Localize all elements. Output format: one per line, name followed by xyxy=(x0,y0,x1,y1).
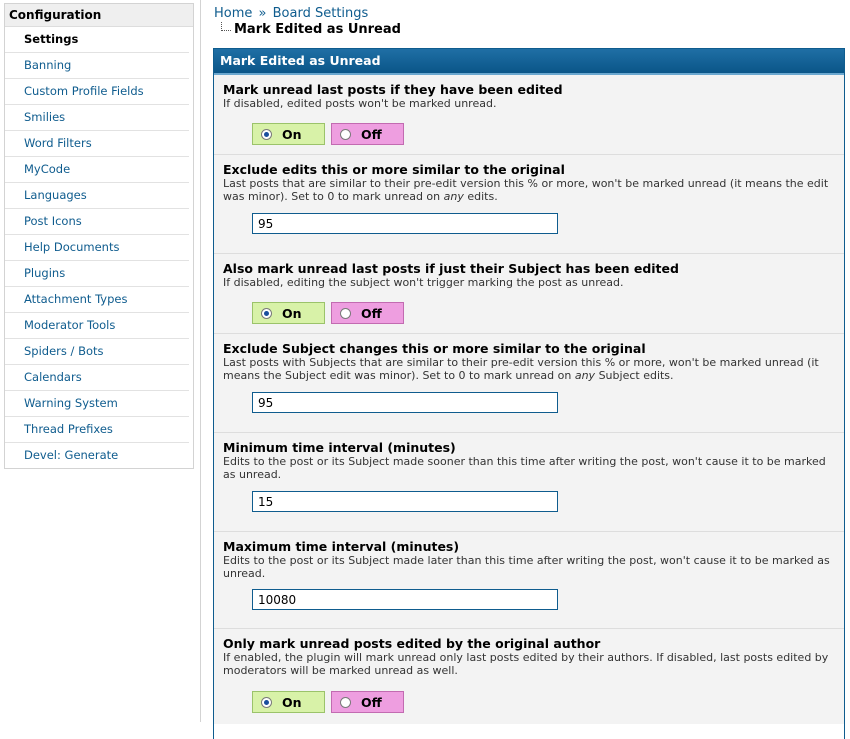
on-label: On xyxy=(282,306,302,321)
sidebar-item-settings[interactable]: Settings xyxy=(5,27,189,53)
on-option[interactable]: On xyxy=(252,691,325,713)
sidebar-item-help-documents[interactable]: Help Documents xyxy=(5,235,189,261)
setting-row: Maximum time interval (minutes) Edits to… xyxy=(214,531,844,628)
radio-checked-icon[interactable] xyxy=(261,697,272,708)
sidebar-item-calendars[interactable]: Calendars xyxy=(5,365,189,391)
setting-description: If enabled, the plugin will mark unread … xyxy=(223,651,829,677)
panel-header: Mark Edited as Unread xyxy=(214,49,844,75)
setting-title: Minimum time interval (minutes) xyxy=(223,440,456,455)
off-option[interactable]: Off xyxy=(331,302,404,324)
sidebar-item-custom-profile-fields[interactable]: Custom Profile Fields xyxy=(5,79,189,105)
sidebar-item-mycode[interactable]: MyCode xyxy=(5,157,189,183)
description-text: Last posts that are similar to their pre… xyxy=(223,177,829,203)
on-label: On xyxy=(282,695,302,710)
breadcrumb: Home » Board Settings xyxy=(214,6,368,21)
setting-row: Also mark unread last posts if just thei… xyxy=(214,253,844,333)
setting-row: Mark unread last posts if they have been… xyxy=(214,75,844,154)
settings-panel: Mark Edited as Unread Mark unread last p… xyxy=(213,48,845,739)
setting-title: Also mark unread last posts if just thei… xyxy=(223,261,679,276)
sidebar-item-plugins[interactable]: Plugins xyxy=(5,261,189,287)
radio-checked-icon[interactable] xyxy=(261,308,272,319)
setting-description: Edits to the post or its Subject made so… xyxy=(223,455,826,481)
setting-row: Minimum time interval (minutes) Edits to… xyxy=(214,432,844,531)
radio-unchecked-icon[interactable] xyxy=(340,129,351,140)
setting-description: Last posts that are similar to their pre… xyxy=(223,177,835,203)
off-option[interactable]: Off xyxy=(331,691,404,713)
sidebar-item-languages[interactable]: Languages xyxy=(5,183,189,209)
sidebar-item-warning-system[interactable]: Warning System xyxy=(5,391,189,417)
on-option[interactable]: On xyxy=(252,302,325,324)
sidebar: Configuration Settings Banning Custom Pr… xyxy=(4,3,194,469)
setting-title: Exclude edits this or more similar to th… xyxy=(223,162,565,177)
off-option[interactable]: Off xyxy=(331,123,404,145)
sidebar-item-spiders-bots[interactable]: Spiders / Bots xyxy=(5,339,189,365)
sidebar-item-attachment-types[interactable]: Attachment Types xyxy=(5,287,189,313)
setting-row: Exclude Subject changes this or more sim… xyxy=(214,333,844,432)
description-text-end: edits. xyxy=(463,190,498,203)
sidebar-item-word-filters[interactable]: Word Filters xyxy=(5,131,189,157)
breadcrumb-current: Mark Edited as Unread xyxy=(234,22,401,37)
off-label: Off xyxy=(361,695,382,710)
sidebar-heading: Configuration xyxy=(5,4,193,27)
breadcrumb-tree-connector xyxy=(221,22,231,31)
setting-description: If disabled, editing the subject won't t… xyxy=(223,276,624,289)
column-divider xyxy=(200,0,201,722)
setting-row: Exclude edits this or more similar to th… xyxy=(214,154,844,253)
setting-row: Only mark unread posts edited by the ori… xyxy=(214,628,844,724)
on-option[interactable]: On xyxy=(252,123,325,145)
on-label: On xyxy=(282,127,302,142)
sidebar-item-devel-generate[interactable]: Devel: Generate xyxy=(5,443,189,468)
sidebar-item-thread-prefixes[interactable]: Thread Prefixes xyxy=(5,417,189,443)
setting-title: Exclude Subject changes this or more sim… xyxy=(223,341,646,356)
setting-description: Edits to the post or its Subject made la… xyxy=(223,554,830,580)
subject-similarity-threshold-input[interactable] xyxy=(252,392,558,413)
description-emphasis: any xyxy=(443,190,464,203)
setting-title: Only mark unread posts edited by the ori… xyxy=(223,636,601,651)
minimum-interval-input[interactable] xyxy=(252,491,558,512)
radio-unchecked-icon[interactable] xyxy=(340,308,351,319)
off-label: Off xyxy=(361,306,382,321)
radio-unchecked-icon[interactable] xyxy=(340,697,351,708)
off-label: Off xyxy=(361,127,382,142)
description-emphasis: any xyxy=(574,369,596,382)
radio-checked-icon[interactable] xyxy=(261,129,272,140)
description-text: Last posts with Subjects that are simila… xyxy=(223,356,819,382)
sidebar-item-smilies[interactable]: Smilies xyxy=(5,105,189,131)
sidebar-item-banning[interactable]: Banning xyxy=(5,53,189,79)
setting-description: If disabled, edited posts won't be marke… xyxy=(223,97,497,110)
sidebar-item-moderator-tools[interactable]: Moderator Tools xyxy=(5,313,189,339)
similarity-threshold-input[interactable] xyxy=(252,213,558,234)
breadcrumb-home-link[interactable]: Home xyxy=(214,6,252,21)
description-text-end: Subject edits. xyxy=(595,369,674,382)
breadcrumb-separator: » xyxy=(258,6,267,21)
setting-title: Maximum time interval (minutes) xyxy=(223,539,460,554)
setting-title: Mark unread last posts if they have been… xyxy=(223,82,563,97)
breadcrumb-board-settings-link[interactable]: Board Settings xyxy=(273,6,369,21)
maximum-interval-input[interactable] xyxy=(252,589,558,610)
setting-description: Last posts with Subjects that are simila… xyxy=(223,356,835,382)
sidebar-item-post-icons[interactable]: Post Icons xyxy=(5,209,189,235)
